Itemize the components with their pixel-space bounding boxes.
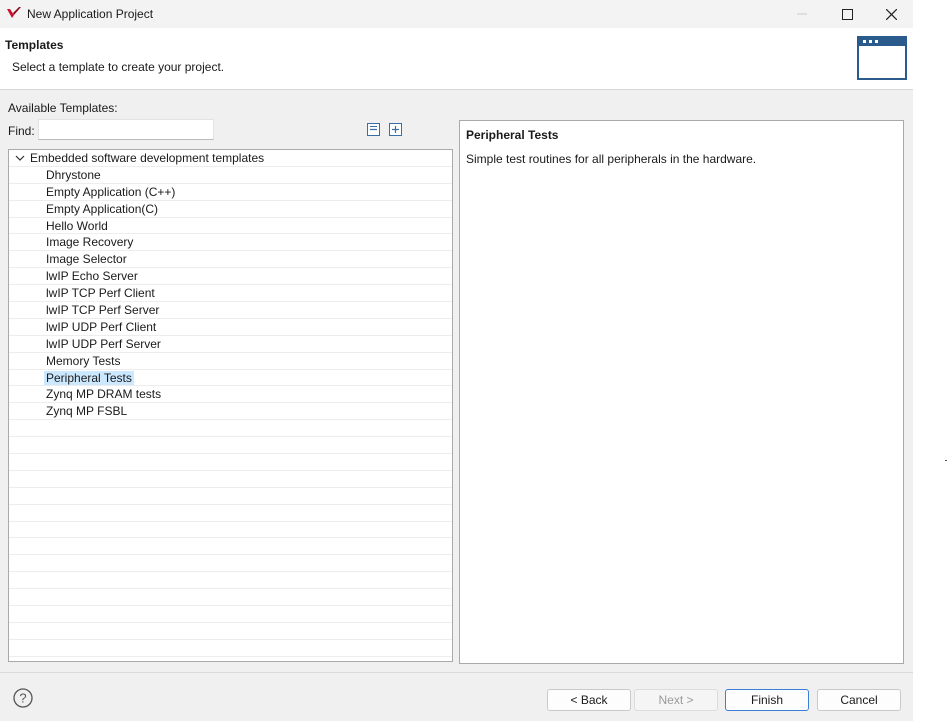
find-input[interactable] <box>38 119 214 140</box>
tree-empty-row <box>9 522 452 539</box>
detail-description: Simple test routines for all peripherals… <box>466 152 757 166</box>
tree-item[interactable]: lwIP UDP Perf Server <box>9 336 452 353</box>
tree-root-embedded-templates[interactable]: Embedded software development templates <box>9 150 452 167</box>
find-label: Find: <box>8 124 35 138</box>
title-bar: New Application Project <box>0 0 913 28</box>
tree-item[interactable]: lwIP TCP Perf Client <box>9 285 452 303</box>
expand-all-icon[interactable] <box>389 123 402 136</box>
tree-item[interactable]: Peripheral Tests <box>9 370 452 387</box>
wizard-header: Templates Select a template to create yo… <box>0 28 913 90</box>
detail-title: Peripheral Tests <box>466 128 559 142</box>
minimize-button[interactable] <box>780 0 824 28</box>
tree-empty-row <box>9 589 452 607</box>
tree-item[interactable]: Zynq MP FSBL <box>9 403 452 421</box>
stray-mark <box>945 460 947 461</box>
back-button[interactable]: < Back <box>547 689 631 711</box>
available-templates-label: Available Templates: <box>8 101 118 115</box>
tree-item[interactable]: lwIP TCP Perf Server <box>9 302 452 319</box>
cancel-button[interactable]: Cancel <box>817 689 901 711</box>
tree-item-label: Image Recovery <box>46 235 134 250</box>
finish-button[interactable]: Finish <box>725 689 809 711</box>
tree-item-label: Hello World <box>46 218 108 233</box>
collapse-all-icon[interactable] <box>367 123 380 136</box>
tree-item-label: lwIP Echo Server <box>46 269 138 284</box>
application-window-icon <box>857 36 907 80</box>
tree-empty-row <box>9 471 452 488</box>
tree-item[interactable]: Image Selector <box>9 251 452 269</box>
tree-empty-row <box>9 555 452 573</box>
tree-item-label: lwIP TCP Perf Server <box>46 303 160 318</box>
tree-item-label: Memory Tests <box>46 353 121 368</box>
tree-root-label: Embedded software development templates <box>30 151 265 165</box>
new-application-project-window: New Application Project Templates Select… <box>0 0 913 721</box>
tree-item-label: Dhrystone <box>46 167 101 182</box>
tree-item[interactable]: Hello World <box>9 218 452 235</box>
tree-empty-row <box>9 437 452 455</box>
tree-item[interactable]: lwIP Echo Server <box>9 268 452 286</box>
tree-item[interactable]: Empty Application(C) <box>9 201 452 218</box>
tree-empty-row <box>9 572 452 590</box>
template-detail-panel: Peripheral Tests Simple test routines fo… <box>459 120 904 664</box>
wizard-content: Available Templates: Find: Embedded soft… <box>0 90 913 672</box>
close-icon <box>885 8 897 20</box>
chevron-down-icon[interactable] <box>15 153 25 163</box>
wizard-footer: ? < Back Next > Finish Cancel <box>0 672 913 721</box>
tree-item-label: Empty Application (C++) <box>46 184 176 199</box>
tree-empty-row <box>9 606 452 623</box>
tree-item[interactable]: Zynq MP DRAM tests <box>9 386 452 404</box>
tree-item[interactable]: Empty Application (C++) <box>9 184 452 201</box>
tree-item-label: Zynq MP DRAM tests <box>46 387 162 402</box>
tree-item-label: lwIP UDP Perf Server <box>46 336 161 351</box>
tree-item-label: lwIP UDP Perf Client <box>46 319 157 334</box>
templates-tree[interactable]: Embedded software development templates … <box>8 149 453 662</box>
tree-empty-row <box>9 538 452 556</box>
svg-text:?: ? <box>19 691 26 706</box>
maximize-icon <box>841 8 853 20</box>
tree-empty-row <box>9 454 452 471</box>
maximize-button[interactable] <box>825 0 869 28</box>
window-title: New Application Project <box>27 7 154 21</box>
tree-item[interactable]: Image Recovery <box>9 234 452 252</box>
tree-item[interactable]: Dhrystone <box>9 167 452 184</box>
tree-item[interactable]: Memory Tests <box>9 353 452 370</box>
tree-item[interactable]: lwIP UDP Perf Client <box>9 319 452 336</box>
next-button[interactable]: Next > <box>634 689 718 711</box>
tree-empty-row <box>9 488 452 505</box>
tree-item-label: Peripheral Tests <box>44 370 134 385</box>
tree-empty-row <box>9 623 452 640</box>
tree-empty-row <box>9 505 452 522</box>
tree-empty-row <box>9 640 452 657</box>
tree-item-label: lwIP TCP Perf Client <box>46 286 155 301</box>
help-icon[interactable]: ? <box>13 688 33 708</box>
tree-item-label: Zynq MP FSBL <box>46 404 128 419</box>
minimize-icon <box>797 13 807 15</box>
page-description: Select a template to create your project… <box>12 60 225 74</box>
tree-item-label: Image Selector <box>46 252 127 267</box>
page-title: Templates <box>5 38 64 52</box>
tree-item-label: Empty Application(C) <box>46 201 159 216</box>
tree-empty-row <box>9 420 452 438</box>
close-button[interactable] <box>869 0 913 28</box>
app-logo-icon <box>7 7 21 18</box>
